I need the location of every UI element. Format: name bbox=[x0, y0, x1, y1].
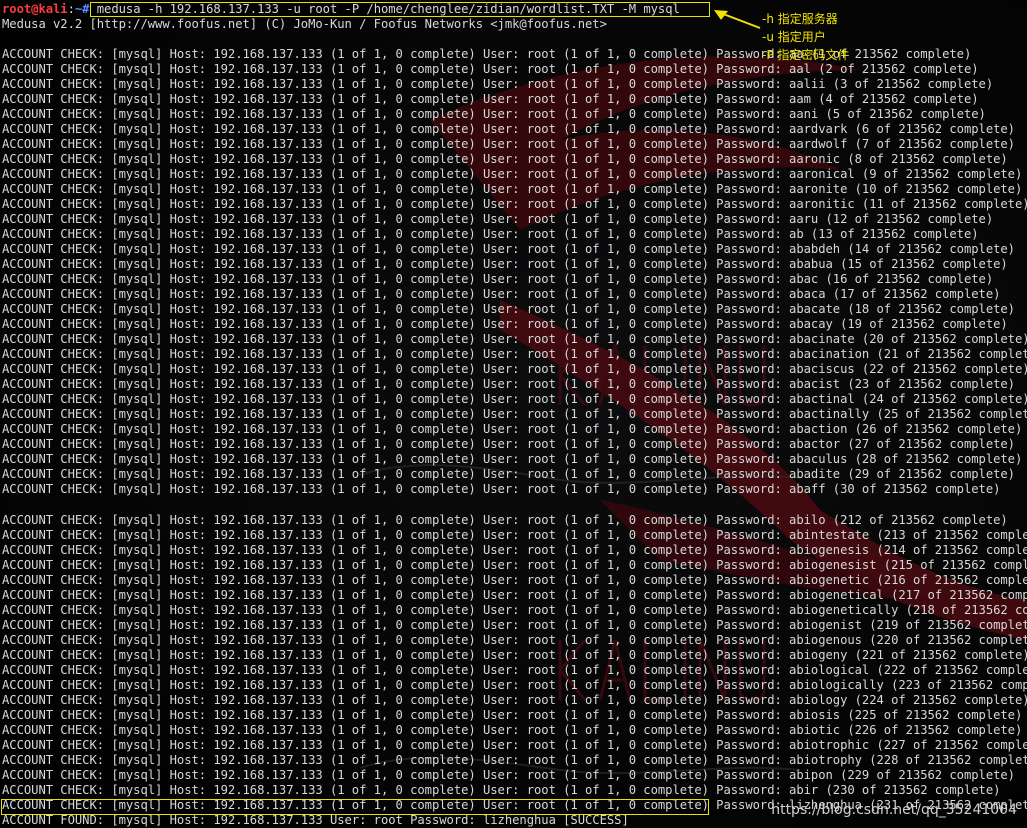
account-check-line: ACCOUNT CHECK: [mysql] Host: 192.168.137… bbox=[2, 648, 1027, 662]
account-check-line: ACCOUNT CHECK: [mysql] Host: 192.168.137… bbox=[2, 182, 1023, 196]
account-check-line: ACCOUNT CHECK: [mysql] Host: 192.168.137… bbox=[2, 603, 1027, 617]
account-check-line: ACCOUNT CHECK: [mysql] Host: 192.168.137… bbox=[2, 47, 972, 61]
account-check-line: ACCOUNT CHECK: [mysql] Host: 192.168.137… bbox=[2, 588, 1027, 602]
account-check-line: ACCOUNT CHECK: [mysql] Host: 192.168.137… bbox=[2, 92, 979, 106]
account-check-line: ACCOUNT CHECK: [mysql] Host: 192.168.137… bbox=[2, 783, 1001, 797]
account-check-line: ACCOUNT CHECK: [mysql] Host: 192.168.137… bbox=[2, 753, 1027, 767]
terminal-output[interactable]: root@kali:~# medusa -h 192.168.137.133 -… bbox=[2, 2, 1027, 828]
check-block-second: ACCOUNT CHECK: [mysql] Host: 192.168.137… bbox=[2, 513, 1027, 813]
account-check-line: ACCOUNT CHECK: [mysql] Host: 192.168.137… bbox=[2, 377, 1015, 391]
account-check-line: ACCOUNT CHECK: [mysql] Host: 192.168.137… bbox=[2, 347, 1027, 361]
account-check-line: ACCOUNT CHECK: [mysql] Host: 192.168.137… bbox=[2, 317, 1008, 331]
command-highlight-box bbox=[90, 2, 710, 17]
account-check-line: ACCOUNT CHECK: [mysql] Host: 192.168.137… bbox=[2, 362, 1027, 376]
account-check-line: ACCOUNT CHECK: [mysql] Host: 192.168.137… bbox=[2, 62, 979, 76]
account-check-line: ACCOUNT CHECK: [mysql] Host: 192.168.137… bbox=[2, 392, 1027, 406]
account-check-line: ACCOUNT CHECK: [mysql] Host: 192.168.137… bbox=[2, 482, 1001, 496]
annotation-notes: -h 指定服务器 -u 指定用户 -P 指定密码文件 bbox=[762, 10, 849, 64]
account-check-line: ACCOUNT CHECK: [mysql] Host: 192.168.137… bbox=[2, 618, 1027, 632]
account-check-line: ACCOUNT CHECK: [mysql] Host: 192.168.137… bbox=[2, 723, 1023, 737]
account-check-line: ACCOUNT CHECK: [mysql] Host: 192.168.137… bbox=[2, 437, 1015, 451]
account-check-line: ACCOUNT CHECK: [mysql] Host: 192.168.137… bbox=[2, 693, 1027, 707]
account-check-line: ACCOUNT CHECK: [mysql] Host: 192.168.137… bbox=[2, 227, 979, 241]
annotation-p: -P 指定密码文件 bbox=[762, 48, 850, 62]
account-check-line: ACCOUNT CHECK: [mysql] Host: 192.168.137… bbox=[2, 272, 994, 286]
account-check-line: ACCOUNT CHECK: [mysql] Host: 192.168.137… bbox=[2, 543, 1027, 557]
account-check-line: ACCOUNT CHECK: [mysql] Host: 192.168.137… bbox=[2, 738, 1027, 752]
banner-line: Medusa v2.2 [http://www.foofus.net] (C) … bbox=[2, 17, 607, 31]
account-check-line: ACCOUNT CHECK: [mysql] Host: 192.168.137… bbox=[2, 528, 1027, 542]
account-check-line: ACCOUNT CHECK: [mysql] Host: 192.168.137… bbox=[2, 513, 1008, 527]
account-check-line: ACCOUNT CHECK: [mysql] Host: 192.168.137… bbox=[2, 573, 1027, 587]
account-check-line: ACCOUNT CHECK: [mysql] Host: 192.168.137… bbox=[2, 467, 1015, 481]
account-check-line: ACCOUNT CHECK: [mysql] Host: 192.168.137… bbox=[2, 407, 1027, 421]
account-check-line: ACCOUNT CHECK: [mysql] Host: 192.168.137… bbox=[2, 167, 1023, 181]
account-check-line: ACCOUNT CHECK: [mysql] Host: 192.168.137… bbox=[2, 452, 1023, 466]
check-block-first: ACCOUNT CHECK: [mysql] Host: 192.168.137… bbox=[2, 47, 1027, 497]
account-check-line: ACCOUNT CHECK: [mysql] Host: 192.168.137… bbox=[2, 152, 1008, 166]
account-check-line: ACCOUNT CHECK: [mysql] Host: 192.168.137… bbox=[2, 768, 1015, 782]
account-check-line: ACCOUNT CHECK: [mysql] Host: 192.168.137… bbox=[2, 663, 1027, 677]
block-gap bbox=[2, 497, 1027, 513]
annotation-h: -h 指定服务器 bbox=[762, 12, 838, 26]
account-check-line: ACCOUNT CHECK: [mysql] Host: 192.168.137… bbox=[2, 122, 1015, 136]
account-check-line: ACCOUNT CHECK: [mysql] Host: 192.168.137… bbox=[2, 77, 994, 91]
account-check-line: ACCOUNT CHECK: [mysql] Host: 192.168.137… bbox=[2, 197, 1027, 211]
account-check-line: ACCOUNT CHECK: [mysql] Host: 192.168.137… bbox=[2, 137, 1015, 151]
account-check-line: ACCOUNT CHECK: [mysql] Host: 192.168.137… bbox=[2, 708, 1023, 722]
account-check-line: ACCOUNT CHECK: [mysql] Host: 192.168.137… bbox=[2, 212, 994, 226]
account-check-line: ACCOUNT CHECK: [mysql] Host: 192.168.137… bbox=[2, 302, 1015, 316]
account-check-line: ACCOUNT CHECK: [mysql] Host: 192.168.137… bbox=[2, 257, 1008, 271]
annotation-u: -u 指定用户 bbox=[762, 30, 826, 44]
account-check-line: ACCOUNT CHECK: [mysql] Host: 192.168.137… bbox=[2, 242, 1015, 256]
account-check-line: ACCOUNT CHECK: [mysql] Host: 192.168.137… bbox=[2, 633, 1027, 647]
prompt-separator: : bbox=[67, 2, 75, 16]
found-highlight-box bbox=[1, 799, 709, 815]
account-check-line: ACCOUNT CHECK: [mysql] Host: 192.168.137… bbox=[2, 107, 986, 121]
csdn-watermark: https://blog.csdn.net/qq_35241004 bbox=[771, 802, 1017, 818]
terminal-window[interactable]: root@kali:~# medusa -h 192.168.137.133 -… bbox=[0, 0, 1027, 828]
account-check-line: ACCOUNT CHECK: [mysql] Host: 192.168.137… bbox=[2, 332, 1027, 346]
account-check-line: ACCOUNT CHECK: [mysql] Host: 192.168.137… bbox=[2, 678, 1027, 692]
account-check-line: ACCOUNT CHECK: [mysql] Host: 192.168.137… bbox=[2, 558, 1027, 572]
account-check-line: ACCOUNT CHECK: [mysql] Host: 192.168.137… bbox=[2, 287, 1001, 301]
prompt-user-host: root@kali bbox=[2, 2, 68, 16]
account-check-line: ACCOUNT CHECK: [mysql] Host: 192.168.137… bbox=[2, 422, 1023, 436]
